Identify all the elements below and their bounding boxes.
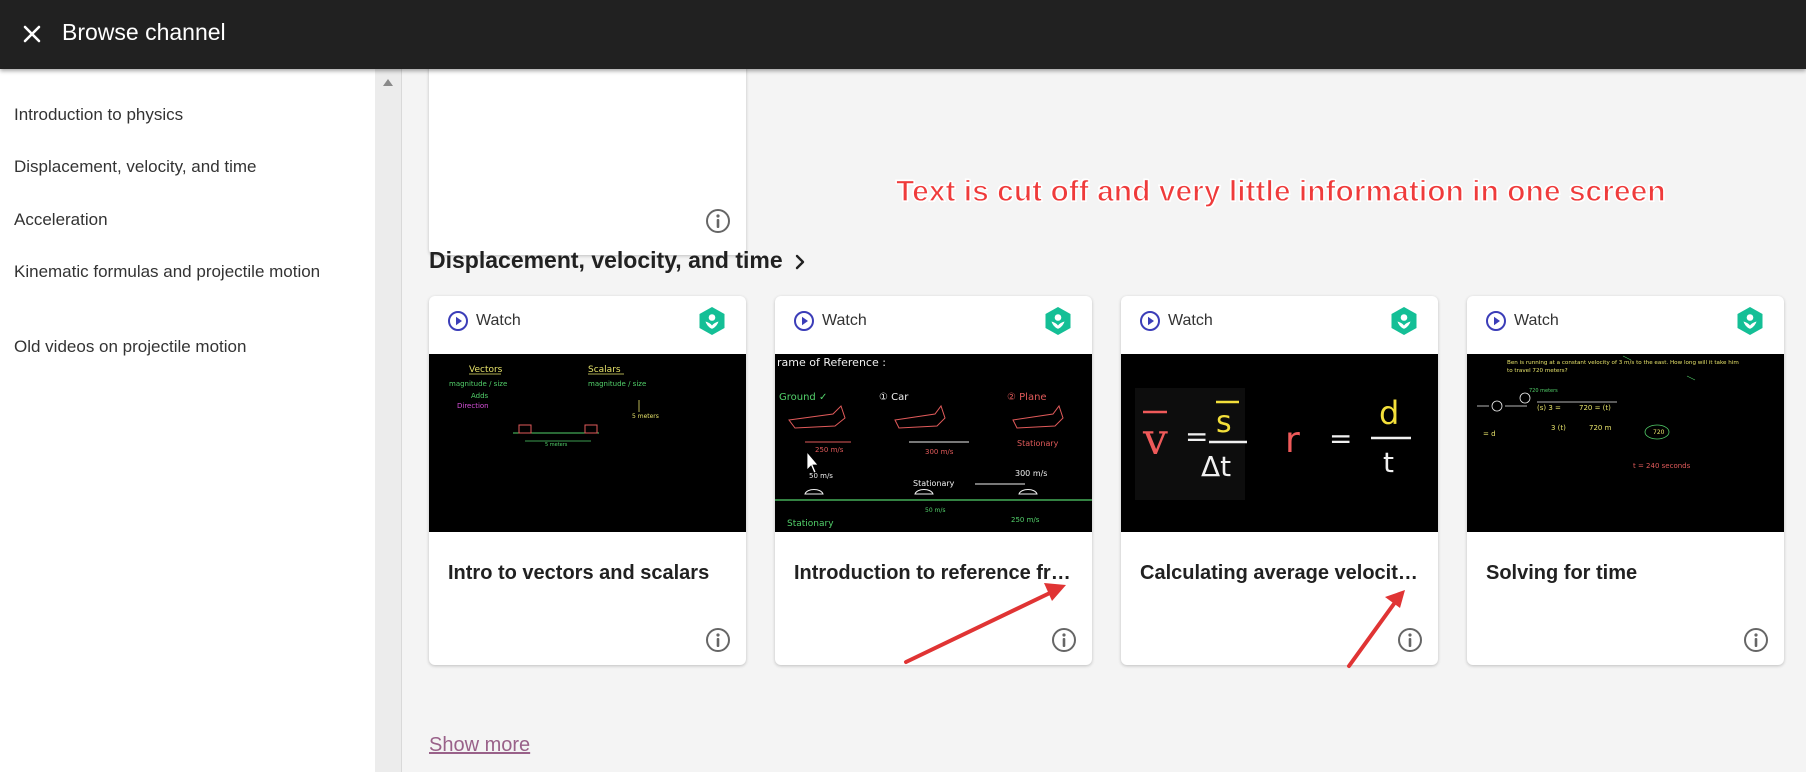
watch-label: Watch <box>1485 309 1559 333</box>
close-button[interactable] <box>14 16 50 52</box>
svg-text:720 = (t): 720 = (t) <box>1579 404 1611 412</box>
thumb-text: 50 m/s <box>925 507 946 514</box>
watch-text: Watch <box>476 312 521 329</box>
thumb-text: 720 meters <box>1529 388 1558 394</box>
content-card-reference-frames[interactable]: Watch rame of Reference : Ground ✓ ① Car… <box>775 296 1092 665</box>
thumb-text: rame of Reference : <box>777 356 886 369</box>
thumb-text: 300 m/s <box>1015 469 1047 478</box>
card-title: Calculating average velocity or speed <box>1140 562 1422 584</box>
watch-text: Watch <box>1168 312 1213 329</box>
sidebar-item-kinematic-formulas[interactable]: Kinematic formulas and projectile motion <box>14 260 344 284</box>
watch-text: Watch <box>822 312 867 329</box>
sidebar-item-acceleration[interactable]: Acceleration <box>14 208 344 232</box>
thumb-text: = <box>1185 420 1208 453</box>
video-thumbnail-solving-for-time: Ben is running at a constant velocity of… <box>1467 354 1784 532</box>
thumb-text: d <box>1379 394 1399 432</box>
thumb-text: 250 m/s <box>1011 516 1040 524</box>
watch-label: Watch <box>447 309 521 333</box>
info-icon[interactable] <box>704 626 732 654</box>
top-app-bar: Browse channel <box>0 0 1806 69</box>
watch-label: Watch <box>1139 309 1213 333</box>
card-title: Solving for time <box>1486 562 1638 584</box>
thumb-text: Direction <box>457 402 489 410</box>
thumb-text: 250 m/s <box>815 446 844 454</box>
thumb-text: t = 240 seconds <box>1633 462 1691 470</box>
svg-text:= d: = d <box>1483 430 1496 438</box>
content-card-average-velocity[interactable]: Watch v = s Δt r = d t Calculating avera… <box>1121 296 1438 665</box>
video-thumbnail-reference-frames: rame of Reference : Ground ✓ ① Car ② Pla… <box>775 354 1092 532</box>
thumb-text: magnitude / size <box>588 380 646 388</box>
scroll-up-arrow[interactable] <box>383 79 393 86</box>
thumb-text: magnitude / size <box>449 380 507 388</box>
khan-academy-logo <box>699 307 725 335</box>
watch-label: Watch <box>793 309 867 333</box>
play-circle-icon <box>1486 311 1506 331</box>
thumb-text: 50 m/s <box>809 472 833 480</box>
thumb-text: Scalars <box>588 365 621 375</box>
thumb-text: v <box>1142 414 1168 465</box>
thumb-text: Stationary <box>1017 439 1059 448</box>
thumb-text: Ground ✓ <box>779 392 827 403</box>
sidebar-item-displacement-velocity-time[interactable]: Displacement, velocity, and time <box>14 155 344 179</box>
thumb-text: s <box>1216 405 1232 440</box>
content-card-vectors-scalars[interactable]: Watch Vectors Scalars magnitude / size m… <box>429 296 746 665</box>
thumb-text: = <box>1329 422 1352 455</box>
video-thumbnail-average-velocity: v = s Δt r = d t <box>1121 354 1438 532</box>
thumb-text: Stationary <box>913 479 955 488</box>
info-icon[interactable] <box>1396 626 1424 654</box>
thumb-text: 5 meters <box>632 413 659 420</box>
page-title: Browse channel <box>62 19 226 45</box>
thumb-text: 5 meters <box>545 442 568 448</box>
annotation-text: Text is cut off and very little informat… <box>895 174 1666 208</box>
info-icon[interactable] <box>1742 626 1770 654</box>
thumb-text: Stationary <box>787 519 834 529</box>
thumb-text: Adds <box>471 392 489 400</box>
card-title: Intro to vectors and scalars <box>448 562 710 584</box>
thumb-text: r <box>1285 420 1300 461</box>
sidebar-scrollbar[interactable] <box>375 69 402 772</box>
sidebar: Introduction to physics Displacement, ve… <box>0 69 375 772</box>
section-heading-text: Displacement, velocity, and time <box>429 247 783 273</box>
previous-section-card[interactable] <box>429 59 746 255</box>
play-circle-icon <box>794 311 814 331</box>
watch-text: Watch <box>1514 312 1559 329</box>
svg-text:(s) 3 =: (s) 3 = <box>1537 404 1561 412</box>
info-icon[interactable] <box>704 207 732 235</box>
section-heading[interactable]: Displacement, velocity, and time <box>429 245 807 275</box>
sidebar-item-old-videos-projectile[interactable]: Old videos on projectile motion <box>14 335 344 359</box>
video-thumbnail-vectors-scalars: Vectors Scalars magnitude / size magnitu… <box>429 354 746 532</box>
close-icon <box>23 25 41 43</box>
show-more-link[interactable]: Show more <box>429 734 530 757</box>
thumb-text: t <box>1383 446 1394 479</box>
play-circle-icon <box>448 311 468 331</box>
khan-academy-logo <box>1045 307 1071 335</box>
thumb-text: 300 m/s <box>925 448 954 456</box>
svg-text:3 (t): 3 (t) <box>1551 424 1566 432</box>
khan-academy-logo <box>1737 307 1763 335</box>
thumb-text: to travel 720 meters? <box>1507 368 1568 374</box>
play-circle-icon <box>1140 311 1160 331</box>
info-icon[interactable] <box>1050 626 1078 654</box>
khan-academy-logo <box>1391 307 1417 335</box>
svg-text:720 m: 720 m <box>1589 424 1612 432</box>
thumb-text: Vectors <box>469 365 503 375</box>
content-card-solving-for-time[interactable]: Watch Ben is running at a constant veloc… <box>1467 296 1784 665</box>
thumb-text: ② Plane <box>1007 392 1047 403</box>
sidebar-item-introduction-to-physics[interactable]: Introduction to physics <box>14 103 344 127</box>
card-title: Introduction to reference frames <box>794 562 1076 584</box>
thumb-text: Ben is running at a constant velocity of… <box>1507 360 1739 366</box>
svg-text:720: 720 <box>1653 429 1665 436</box>
thumb-text: ① Car <box>879 392 909 403</box>
chevron-right-icon <box>795 254 805 270</box>
thumb-text: Δt <box>1201 450 1231 483</box>
